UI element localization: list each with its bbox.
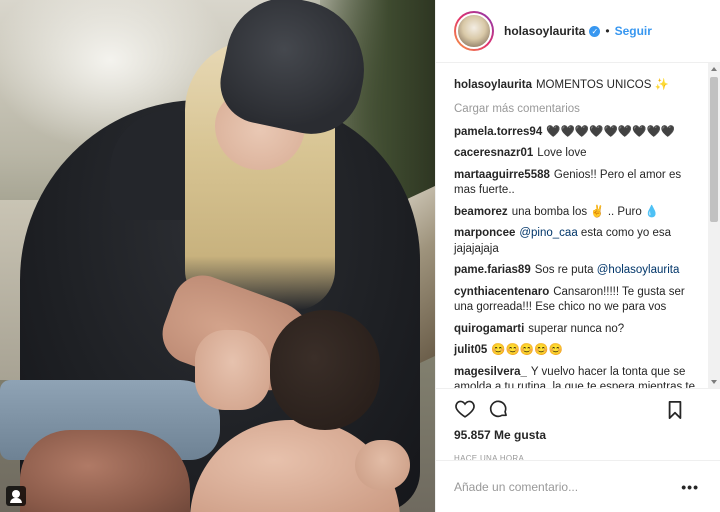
comments-scrollbar[interactable]: [708, 63, 720, 388]
comment-text: una bomba los ✌ .. Puro 💧: [511, 205, 660, 218]
load-more-comments[interactable]: Cargar más comentarios: [454, 103, 702, 115]
post-photo[interactable]: [0, 0, 435, 512]
comment-text: superar nunca no?: [528, 322, 625, 335]
scroll-up-icon[interactable]: [711, 67, 717, 71]
user-tag-icon[interactable]: [6, 486, 26, 506]
photo-hand: [195, 330, 270, 410]
photo-hand-2: [355, 440, 410, 490]
photo-tattoo-leg: [20, 430, 190, 512]
comment-username[interactable]: quirogamarti: [454, 323, 524, 335]
comment-text: 🖤🖤🖤🖤🖤🖤🖤🖤🖤: [546, 125, 676, 138]
list-item: martaaguirre5588 Genios!! Pero el amor es…: [454, 168, 702, 199]
comment-username[interactable]: caceresnazr01: [454, 147, 533, 159]
list-item: marponcee @pino_caa esta como yo esa jaja…: [454, 226, 702, 257]
comment-username[interactable]: cynthiacentenaro: [454, 286, 549, 298]
comments-list[interactable]: holasoylaurita MOMENTOS UNICOS ✨ Cargar m…: [436, 63, 720, 388]
scrollbar-thumb[interactable]: [710, 77, 718, 222]
comment-icon[interactable]: [488, 398, 510, 420]
comment-username[interactable]: julit05: [454, 344, 487, 356]
add-comment-bar: Añade un comentario... •••: [436, 460, 720, 512]
heart-icon[interactable]: [454, 398, 476, 420]
list-item: pamela.torres94 🖤🖤🖤🖤🖤🖤🖤🖤🖤: [454, 125, 702, 141]
avatar-image: [456, 13, 492, 49]
comment-mention[interactable]: @holasoylaurita: [597, 264, 680, 276]
like-count[interactable]: 95.857 Me gusta: [436, 428, 720, 448]
photo-man-hair: [270, 310, 380, 430]
caption: holasoylaurita MOMENTOS UNICOS ✨: [454, 78, 702, 94]
post-panel: holasoylaurita ✓ • Seguir holasoylaurita…: [435, 0, 720, 512]
follow-button[interactable]: Seguir: [615, 24, 652, 38]
verified-icon: ✓: [589, 25, 601, 37]
bookmark-icon[interactable]: [664, 399, 686, 421]
instagram-post: holasoylaurita ✓ • Seguir holasoylaurita…: [0, 0, 720, 512]
list-item: magesilvera_ Y vuelvo hacer la tonta que …: [454, 365, 702, 389]
comment-text: Love love: [537, 147, 587, 159]
comment-username[interactable]: pame.farias89: [454, 264, 531, 276]
comment-username[interactable]: magesilvera_: [454, 366, 527, 378]
more-options-icon[interactable]: •••: [681, 479, 699, 495]
separator-dot: •: [605, 24, 610, 38]
comment-mention[interactable]: @pino_caa: [519, 227, 577, 239]
comment-username[interactable]: martaaguirre5588: [454, 169, 550, 181]
list-item: beamorez una bomba los ✌ .. Puro 💧: [454, 205, 702, 221]
post-header: holasoylaurita ✓ • Seguir: [436, 0, 720, 63]
list-item: pame.farias89 Sos re puta @holasoylaurita: [454, 263, 702, 279]
comment-username[interactable]: pamela.torres94: [454, 126, 542, 138]
caption-text: MOMENTOS UNICOS ✨: [535, 79, 669, 91]
list-item: quirogamarti superar nunca no?: [454, 322, 702, 338]
scroll-down-icon[interactable]: [711, 380, 717, 384]
avatar[interactable]: [454, 11, 494, 51]
comment-input[interactable]: Añade un comentario...: [454, 480, 681, 494]
list-item: julit05 😊😊😊😊😊: [454, 343, 702, 359]
comment-username[interactable]: beamorez: [454, 206, 508, 218]
comment-text: Sos re puta: [534, 264, 594, 276]
comment-username[interactable]: marponcee: [454, 227, 515, 239]
comment-text: 😊😊😊😊😊: [491, 344, 563, 356]
list-item: cynthiacentenaro Cansaron!!!!! Te gusta s…: [454, 285, 702, 316]
action-bar: [436, 388, 720, 428]
caption-username[interactable]: holasoylaurita: [454, 79, 532, 91]
header-username[interactable]: holasoylaurita: [504, 24, 585, 38]
list-item: caceresnazr01 Love love: [454, 146, 702, 162]
